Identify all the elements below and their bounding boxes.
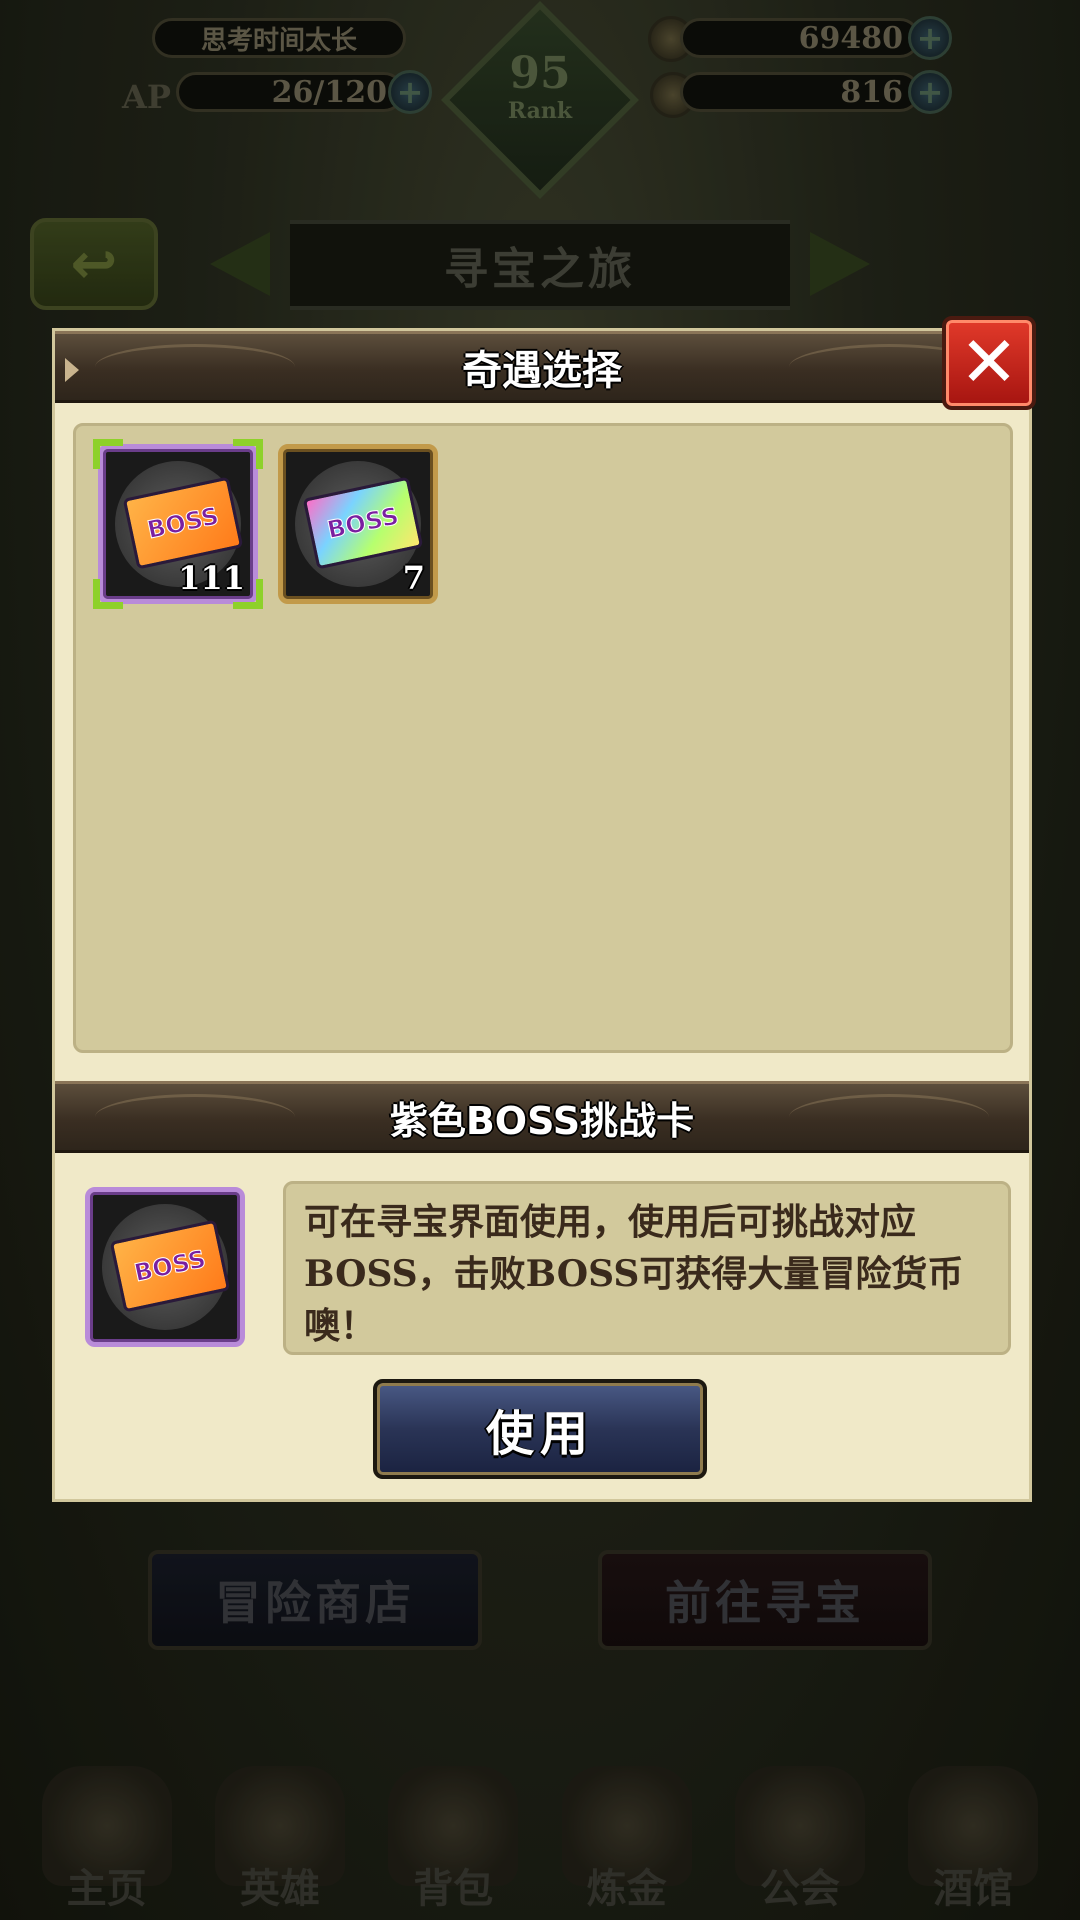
- dialog-title: 奇遇选择: [462, 348, 622, 394]
- item-description-text: 可在寻宝界面使用，使用后可挑战对应BOSS，击败BOSS可获得大量冒险货币噢！: [304, 1201, 964, 1347]
- header-ornament-icon: [789, 1094, 989, 1140]
- selection-corner-icon: [233, 439, 263, 469]
- use-button-label: 使用: [485, 1406, 594, 1462]
- header-ornament-icon: [95, 1094, 295, 1140]
- selected-item-title: 紫色BOSS挑战卡: [389, 1098, 695, 1143]
- item-slot-rainbow-boss-card[interactable]: BOSS 7: [278, 444, 438, 604]
- dialog-header: 奇遇选择: [55, 331, 1029, 403]
- selection-corner-icon: [93, 579, 123, 609]
- selection-corner-icon: [93, 439, 123, 469]
- close-button[interactable]: ✕: [942, 316, 1036, 410]
- use-button[interactable]: 使用: [373, 1379, 707, 1479]
- header-arrow-icon: [65, 358, 79, 382]
- item-slot-purple-boss-card[interactable]: BOSS 111: [93, 439, 263, 609]
- selected-item-icon: BOSS: [85, 1187, 245, 1347]
- item-description: 可在寻宝界面使用，使用后可挑战对应BOSS，击败BOSS可获得大量冒险货币噢！: [283, 1181, 1011, 1355]
- selection-corner-icon: [233, 579, 263, 609]
- header-ornament-icon: [95, 344, 295, 390]
- item-grid: BOSS 111 BOSS 7: [73, 423, 1013, 1053]
- encounter-select-dialog: 奇遇选择 BOSS 111 BOSS 7 紫色BOSS挑战卡 BOSS 可在寻宝…: [52, 328, 1032, 1502]
- close-icon: ✕: [959, 321, 1019, 403]
- selected-item-header: 紫色BOSS挑战卡: [55, 1081, 1029, 1153]
- item-count: 7: [402, 559, 425, 597]
